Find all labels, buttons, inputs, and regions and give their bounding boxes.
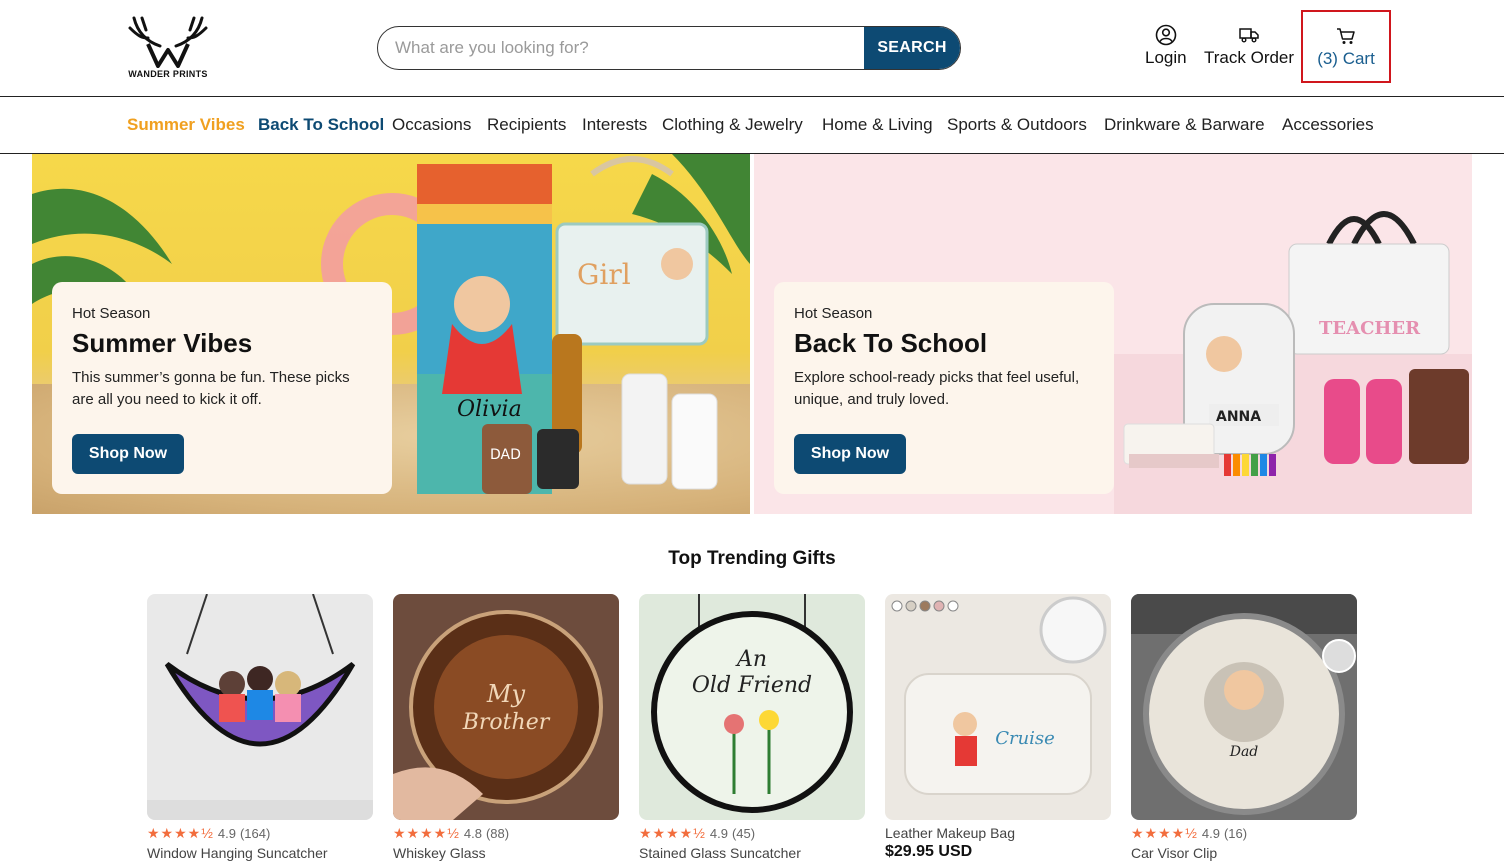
visor-clip-image: Dad — [1131, 594, 1357, 815]
track-order-label: Track Order — [1204, 48, 1295, 67]
shop-now-button[interactable]: Shop Now — [72, 434, 184, 474]
rating-value: 4.8 — [463, 825, 482, 841]
nav-item-accessories[interactable]: Accessories — [1282, 115, 1374, 135]
rating-stars: ★★★★½ — [1131, 824, 1198, 841]
nav-item-recipients[interactable]: Recipients — [487, 115, 566, 135]
product-name[interactable]: Car Visor Clip — [1131, 845, 1357, 861]
nav-item-clothing-jewelry[interactable]: Clothing & Jewelry — [662, 115, 803, 135]
whiskey-glass-image: My Brother — [393, 610, 603, 820]
rating-stars: ★★★★½ — [393, 824, 460, 841]
stained-glass-image: An Old Friend — [651, 594, 853, 813]
cart-link[interactable]: (3) Cart — [1301, 10, 1391, 83]
svg-text:Olivia: Olivia — [457, 397, 522, 422]
logo-text: WANDER PRINTS — [128, 69, 208, 79]
product-image[interactable] — [147, 594, 373, 820]
brand-logo[interactable]: WANDER PRINTS — [122, 14, 214, 82]
svg-text:Brother: Brother — [462, 710, 551, 735]
back-to-school-card: Hot Season Back To School Explore school… — [774, 282, 1114, 494]
nav-item-occasions[interactable]: Occasions — [392, 115, 471, 135]
product-rating: ★★★★½ 4.9 (16) — [1131, 825, 1357, 841]
truck-icon — [1239, 28, 1259, 43]
product-rating: ★★★★½ 4.9 (164) — [147, 825, 373, 841]
rating-stars: ★★★★½ — [639, 824, 706, 841]
product-image[interactable]: An Old Friend — [639, 594, 865, 820]
banner-kicker: Hot Season — [72, 305, 151, 322]
banner-kicker: Hot Season — [794, 305, 873, 322]
svg-text:ANNA: ANNA — [1216, 409, 1261, 425]
banner-title: Back To School — [794, 328, 988, 358]
banner-title: Summer Vibes — [72, 328, 253, 358]
rating-value: 4.9 — [217, 825, 236, 841]
login-label: Login — [1145, 48, 1187, 67]
suncatcher-image — [147, 594, 373, 820]
search-button[interactable]: SEARCH — [864, 27, 960, 69]
nav-item-home-living[interactable]: Home & Living — [822, 115, 933, 135]
login-link[interactable]: Login — [1145, 24, 1187, 68]
site-header: WANDER PRINTS SEARCH Login Track Order (… — [0, 0, 1504, 97]
antler-logo-icon — [128, 16, 208, 68]
rating-value: 4.9 — [709, 825, 728, 841]
nav-item-sports-outdoors[interactable]: Sports & Outdoors — [947, 115, 1087, 135]
rating-count: (16) — [1223, 825, 1248, 841]
cart-label: (3) Cart — [1317, 48, 1375, 68]
product-price: $29.95 USD — [885, 843, 973, 860]
product-image[interactable]: Cruise — [885, 594, 1111, 820]
search-input[interactable] — [378, 27, 864, 69]
svg-text:DAD: DAD — [490, 447, 521, 463]
search-bar: SEARCH — [377, 26, 961, 70]
product-name[interactable]: Leather Makeup Bag — [885, 825, 1111, 841]
track-order-link[interactable]: Track Order — [1204, 24, 1294, 68]
product-name[interactable]: Whiskey Glass — [393, 845, 619, 861]
shop-now-button[interactable]: Shop Now — [794, 434, 906, 474]
product-card[interactable]: ★★★★½ 4.9 (164) Window Hanging Suncatche… — [147, 594, 373, 861]
banner-description: This summer’s gonna be fun. These picks … — [72, 369, 350, 408]
product-card[interactable]: Dad ★★★★½ 4.9 (16) Car Visor Clip — [1131, 594, 1357, 861]
summer-vibes-banner[interactable]: Olivia Girl DAD Hot Season Summer Vibes … — [32, 154, 750, 514]
rating-stars: ★★★★½ — [147, 824, 214, 841]
product-card[interactable]: An Old Friend ★★★★½ 4.9 (45) Stained Gla… — [639, 594, 865, 861]
nav-item-back-to-school[interactable]: Back To School — [258, 115, 384, 135]
svg-text:My: My — [486, 680, 526, 708]
makeup-bag-image: Cruise — [891, 596, 1107, 795]
product-image[interactable]: Dad — [1131, 594, 1357, 820]
svg-text:An: An — [735, 647, 767, 672]
nav-item-drinkware-barware[interactable]: Drinkware & Barware — [1104, 115, 1265, 135]
trending-title: Top Trending Gifts — [668, 548, 836, 569]
user-circle-icon — [1155, 24, 1177, 46]
svg-text:TEACHER: TEACHER — [1319, 318, 1421, 339]
summer-vibes-card: Hot Season Summer Vibes This summer’s go… — [52, 282, 392, 494]
product-rating: ★★★★½ 4.8 (88) — [393, 825, 619, 841]
rating-count: (88) — [485, 825, 510, 841]
svg-text:Cruise: Cruise — [995, 728, 1055, 749]
svg-text:Dad: Dad — [1229, 744, 1259, 760]
banner-description: Explore school-ready picks that feel use… — [794, 369, 1080, 408]
product-name[interactable]: Stained Glass Suncatcher — [639, 845, 865, 861]
nav-item-summer-vibes[interactable]: Summer Vibes — [127, 115, 245, 135]
svg-text:Old Friend: Old Friend — [692, 673, 812, 698]
rating-count: (45) — [731, 825, 756, 841]
back-to-school-banner[interactable]: TEACHER ANNA Hot Season Back To School E… — [754, 154, 1472, 514]
svg-text:Girl: Girl — [577, 258, 631, 291]
product-image[interactable]: My Brother — [393, 594, 619, 820]
cart-icon — [1337, 27, 1355, 44]
rating-count: (164) — [239, 825, 271, 841]
product-rating: ★★★★½ 4.9 (45) — [639, 825, 865, 841]
nav-item-interests[interactable]: Interests — [582, 115, 647, 135]
rating-value: 4.9 — [1201, 825, 1220, 841]
main-nav: Summer Vibes Back To School Occasions Re… — [0, 97, 1504, 154]
product-name[interactable]: Window Hanging Suncatcher — [147, 845, 373, 861]
product-card[interactable]: My Brother ★★★★½ 4.8 (88) Whiskey Glass — [393, 594, 619, 861]
product-card[interactable]: Cruise Leather Makeup Bag $29.95 USD — [885, 594, 1111, 861]
